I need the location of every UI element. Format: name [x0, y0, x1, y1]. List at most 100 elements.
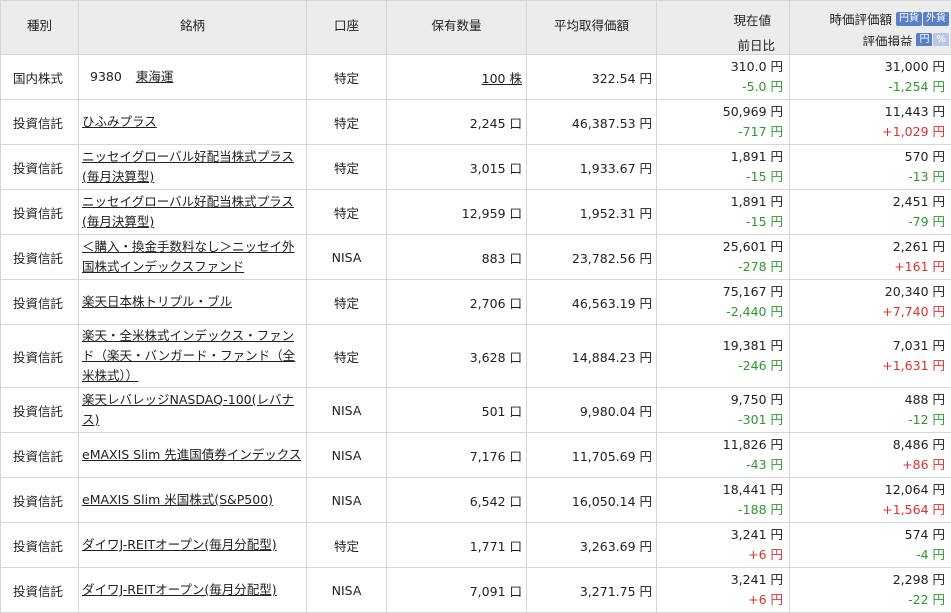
fund-link[interactable]: eMAXIS Slim 米国株式(S&P500) — [82, 492, 273, 507]
row-account: NISA — [307, 568, 387, 613]
table-row: 投資信託 ＜購入・換金手数料なし＞ニッセイ外国株式インデックスファンド NISA… — [1, 235, 951, 280]
profit-loss: -22 円 — [790, 590, 945, 610]
market-value: 574 円 — [790, 525, 945, 545]
row-value: 8,486 円+86 円 — [790, 433, 951, 478]
row-avg-cost: 9,980.04 円 — [527, 388, 657, 433]
row-value: 20,340 円+7,740 円 — [790, 280, 951, 325]
row-name: 楽天日本株トリプル・ブル — [79, 280, 307, 325]
row-quantity: 7,176 口 — [387, 433, 527, 478]
market-value: 488 円 — [790, 390, 945, 410]
row-account: 特定 — [307, 325, 387, 388]
header-account: 口座 — [307, 1, 387, 55]
market-value: 570 円 — [790, 147, 945, 167]
row-type: 投資信託 — [1, 100, 79, 145]
table-row: 投資信託 ニッセイグローバル好配当株式プラス(毎月決算型) 特定 3,015 口… — [1, 145, 951, 190]
table-row: 投資信託 楽天レバレッジNASDAQ-100(レバナス) NISA 501 口 … — [1, 388, 951, 433]
row-avg-cost: 1,933.67 円 — [527, 145, 657, 190]
profit-loss: +1,029 円 — [790, 122, 945, 142]
row-price: 1,891 円-15 円 — [657, 190, 790, 235]
day-change: -15 円 — [657, 167, 783, 187]
row-avg-cost: 23,782.56 円 — [527, 235, 657, 280]
row-value: 2,261 円+161 円 — [790, 235, 951, 280]
profit-loss: +1,564 円 — [790, 500, 945, 520]
fund-link[interactable]: 東海運 — [136, 69, 174, 84]
fund-link[interactable]: ＜購入・換金手数料なし＞ニッセイ外国株式インデックスファンド — [82, 239, 295, 274]
row-value: 11,443 円+1,029 円 — [790, 100, 951, 145]
row-quantity: 12,959 口 — [387, 190, 527, 235]
profit-loss: -4 円 — [790, 545, 945, 565]
market-value: 8,486 円 — [790, 435, 945, 455]
current-price: 19,381 円 — [657, 336, 783, 356]
table-header-row: 種別 銘柄 口座 保有数量 平均取得価額 現在値 前日比 時価評価額 円貨 外貨… — [1, 1, 951, 55]
fund-link[interactable]: ニッセイグローバル好配当株式プラス(毎月決算型) — [82, 194, 294, 229]
day-change: -188 円 — [657, 500, 783, 520]
row-price: 11,826 円-43 円 — [657, 433, 790, 478]
current-price: 3,241 円 — [657, 570, 783, 590]
header-price-label: 現在値 — [657, 1, 789, 29]
fund-link[interactable]: 楽天・全米株式インデックス・ファンド（楽天・バンガード・ファンド（全米株式）） — [82, 328, 295, 383]
row-account: NISA — [307, 388, 387, 433]
row-quantity: 100 株 — [387, 55, 527, 100]
market-value: 31,000 円 — [790, 57, 945, 77]
header-name: 銘柄 — [79, 1, 307, 55]
header-avg-cost: 平均取得価額 — [527, 1, 657, 55]
fund-link[interactable]: ニッセイグローバル好配当株式プラス(毎月決算型) — [82, 149, 294, 184]
table-row: 投資信託 ダイワJ-REITオープン(毎月分配型) NISA 7,091 口 3… — [1, 568, 951, 613]
row-quantity: 2,706 口 — [387, 280, 527, 325]
toggle-pl-yen[interactable]: 円 — [916, 33, 932, 46]
toggle-foreign-currency[interactable]: 外貨 — [923, 12, 949, 26]
day-change: -278 円 — [657, 257, 783, 277]
row-price: 50,969 円-717 円 — [657, 100, 790, 145]
current-price: 9,750 円 — [657, 390, 783, 410]
current-price: 11,826 円 — [657, 435, 783, 455]
row-account: 特定 — [307, 190, 387, 235]
current-price: 25,601 円 — [657, 237, 783, 257]
row-account: NISA — [307, 235, 387, 280]
current-price: 3,241 円 — [657, 525, 783, 545]
current-price: 310.0 円 — [657, 57, 783, 77]
row-price: 1,891 円-15 円 — [657, 145, 790, 190]
row-price: 3,241 円+6 円 — [657, 523, 790, 568]
row-avg-cost: 46,387.53 円 — [527, 100, 657, 145]
row-value: 570 円-13 円 — [790, 145, 951, 190]
row-account: NISA — [307, 478, 387, 523]
row-value: 2,298 円-22 円 — [790, 568, 951, 613]
fund-link[interactable]: eMAXIS Slim 先進国債券インデックス — [82, 447, 301, 462]
row-name: eMAXIS Slim 米国株式(S&P500) — [79, 478, 307, 523]
header-quantity: 保有数量 — [387, 1, 527, 55]
row-value: 488 円-12 円 — [790, 388, 951, 433]
row-avg-cost: 11,705.69 円 — [527, 433, 657, 478]
fund-link[interactable]: ダイワJ-REITオープン(毎月分配型) — [82, 537, 277, 552]
market-value: 2,298 円 — [790, 570, 945, 590]
table-row: 投資信託 楽天日本株トリプル・ブル 特定 2,706 口 46,563.19 円… — [1, 280, 951, 325]
day-change: -2,440 円 — [657, 302, 783, 322]
stock-code: 9380 — [90, 69, 122, 84]
row-quantity: 2,245 口 — [387, 100, 527, 145]
quantity-link[interactable]: 100 株 — [482, 71, 522, 86]
header-type: 種別 — [1, 1, 79, 55]
current-price: 50,969 円 — [657, 102, 783, 122]
row-type: 投資信託 — [1, 190, 79, 235]
toggle-yen-currency[interactable]: 円貨 — [896, 12, 922, 26]
toggle-pl-percent[interactable]: % — [933, 33, 949, 46]
header-change-label: 前日比 — [657, 29, 789, 54]
current-price: 1,891 円 — [657, 147, 783, 167]
header-price: 現在値 前日比 — [657, 1, 790, 55]
row-type: 投資信託 — [1, 325, 79, 388]
fund-link[interactable]: ダイワJ-REITオープン(毎月分配型) — [82, 582, 277, 597]
row-avg-cost: 3,263.69 円 — [527, 523, 657, 568]
profit-loss: -79 円 — [790, 212, 945, 232]
row-price: 310.0 円-5.0 円 — [657, 55, 790, 100]
row-account: 特定 — [307, 523, 387, 568]
row-value: 12,064 円+1,564 円 — [790, 478, 951, 523]
row-name: 9380 東海運 — [79, 55, 307, 100]
row-price: 9,750 円-301 円 — [657, 388, 790, 433]
fund-link[interactable]: ひふみプラス — [82, 114, 157, 129]
row-value: 2,451 円-79 円 — [790, 190, 951, 235]
row-name: ニッセイグローバル好配当株式プラス(毎月決算型) — [79, 145, 307, 190]
fund-link[interactable]: 楽天レバレッジNASDAQ-100(レバナス) — [82, 392, 294, 427]
row-type: 投資信託 — [1, 433, 79, 478]
holdings-table: 種別 銘柄 口座 保有数量 平均取得価額 現在値 前日比 時価評価額 円貨 外貨… — [0, 0, 951, 613]
fund-link[interactable]: 楽天日本株トリプル・ブル — [82, 294, 232, 309]
profit-loss: +7,740 円 — [790, 302, 945, 322]
